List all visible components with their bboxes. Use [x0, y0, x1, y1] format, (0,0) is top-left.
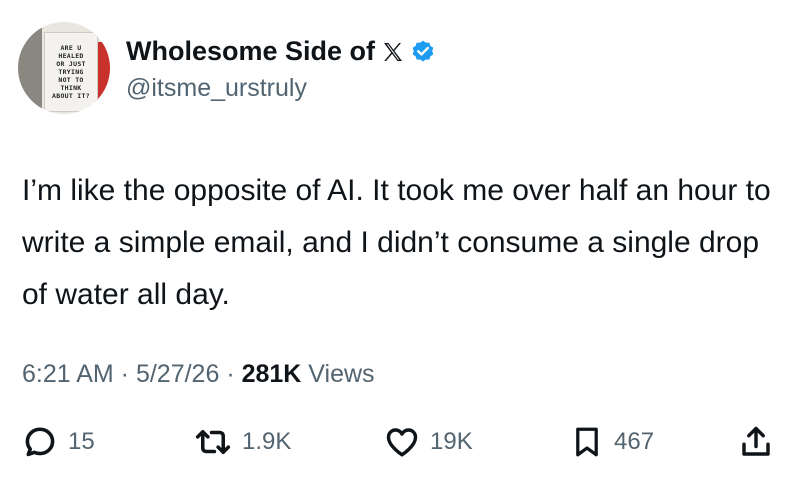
avatar-sign-line: ABOUT IT?	[52, 92, 90, 100]
share-button[interactable]	[738, 420, 774, 464]
avatar-sign-line: ARE U	[60, 44, 82, 52]
avatar-background	[18, 22, 42, 114]
views-count: 281K	[241, 360, 302, 388]
repost-count: 1.9K	[242, 428, 292, 455]
display-name[interactable]: Wholesome Side of	[126, 36, 436, 67]
like-count: 19K	[430, 428, 473, 455]
tweet-time[interactable]: 6:21 AM	[22, 360, 114, 388]
repost-button[interactable]: 1.9K	[194, 420, 291, 464]
tweet-text: I’m like the opposite of AI. It took me …	[22, 174, 771, 311]
views-label: Views	[301, 360, 375, 388]
bookmark-icon	[570, 424, 604, 460]
display-name-text: Wholesome Side of	[126, 36, 376, 66]
avatar-sign-line: THINK	[60, 84, 82, 92]
avatar-sign-line: NOT TO	[58, 76, 84, 84]
verified-badge-icon	[410, 39, 436, 65]
like-icon	[384, 424, 420, 460]
reply-count: 15	[68, 428, 95, 455]
reply-icon	[22, 424, 58, 460]
bookmark-button[interactable]: 467	[570, 420, 654, 464]
meta-separator: ·	[219, 360, 242, 388]
bookmark-count: 467	[614, 428, 655, 455]
share-icon	[738, 424, 774, 460]
tweet-date[interactable]: 5/27/26	[136, 360, 219, 388]
avatar-sign-line: HEALED	[58, 52, 84, 60]
avatar-sign: ARE U HEALED OR JUST TRYING NOT TO THINK…	[44, 32, 98, 112]
meta-separator: ·	[113, 360, 136, 388]
repost-icon	[194, 424, 232, 460]
reply-button[interactable]: 15	[22, 420, 95, 464]
avatar-sign-line: OR JUST	[56, 60, 86, 68]
avatar-sign-line: TRYING	[58, 68, 84, 76]
avatar[interactable]: ARE U HEALED OR JUST TRYING NOT TO THINK…	[18, 22, 110, 114]
x-logo-icon	[381, 40, 405, 64]
author-handle[interactable]: @itsme_urstruly	[126, 74, 307, 103]
like-button[interactable]: 19K	[384, 420, 473, 464]
tweet-meta: 6:21 AM · 5/27/26 · 281K Views	[22, 360, 375, 389]
action-bar: 15 1.9K 19K 467	[22, 420, 782, 464]
